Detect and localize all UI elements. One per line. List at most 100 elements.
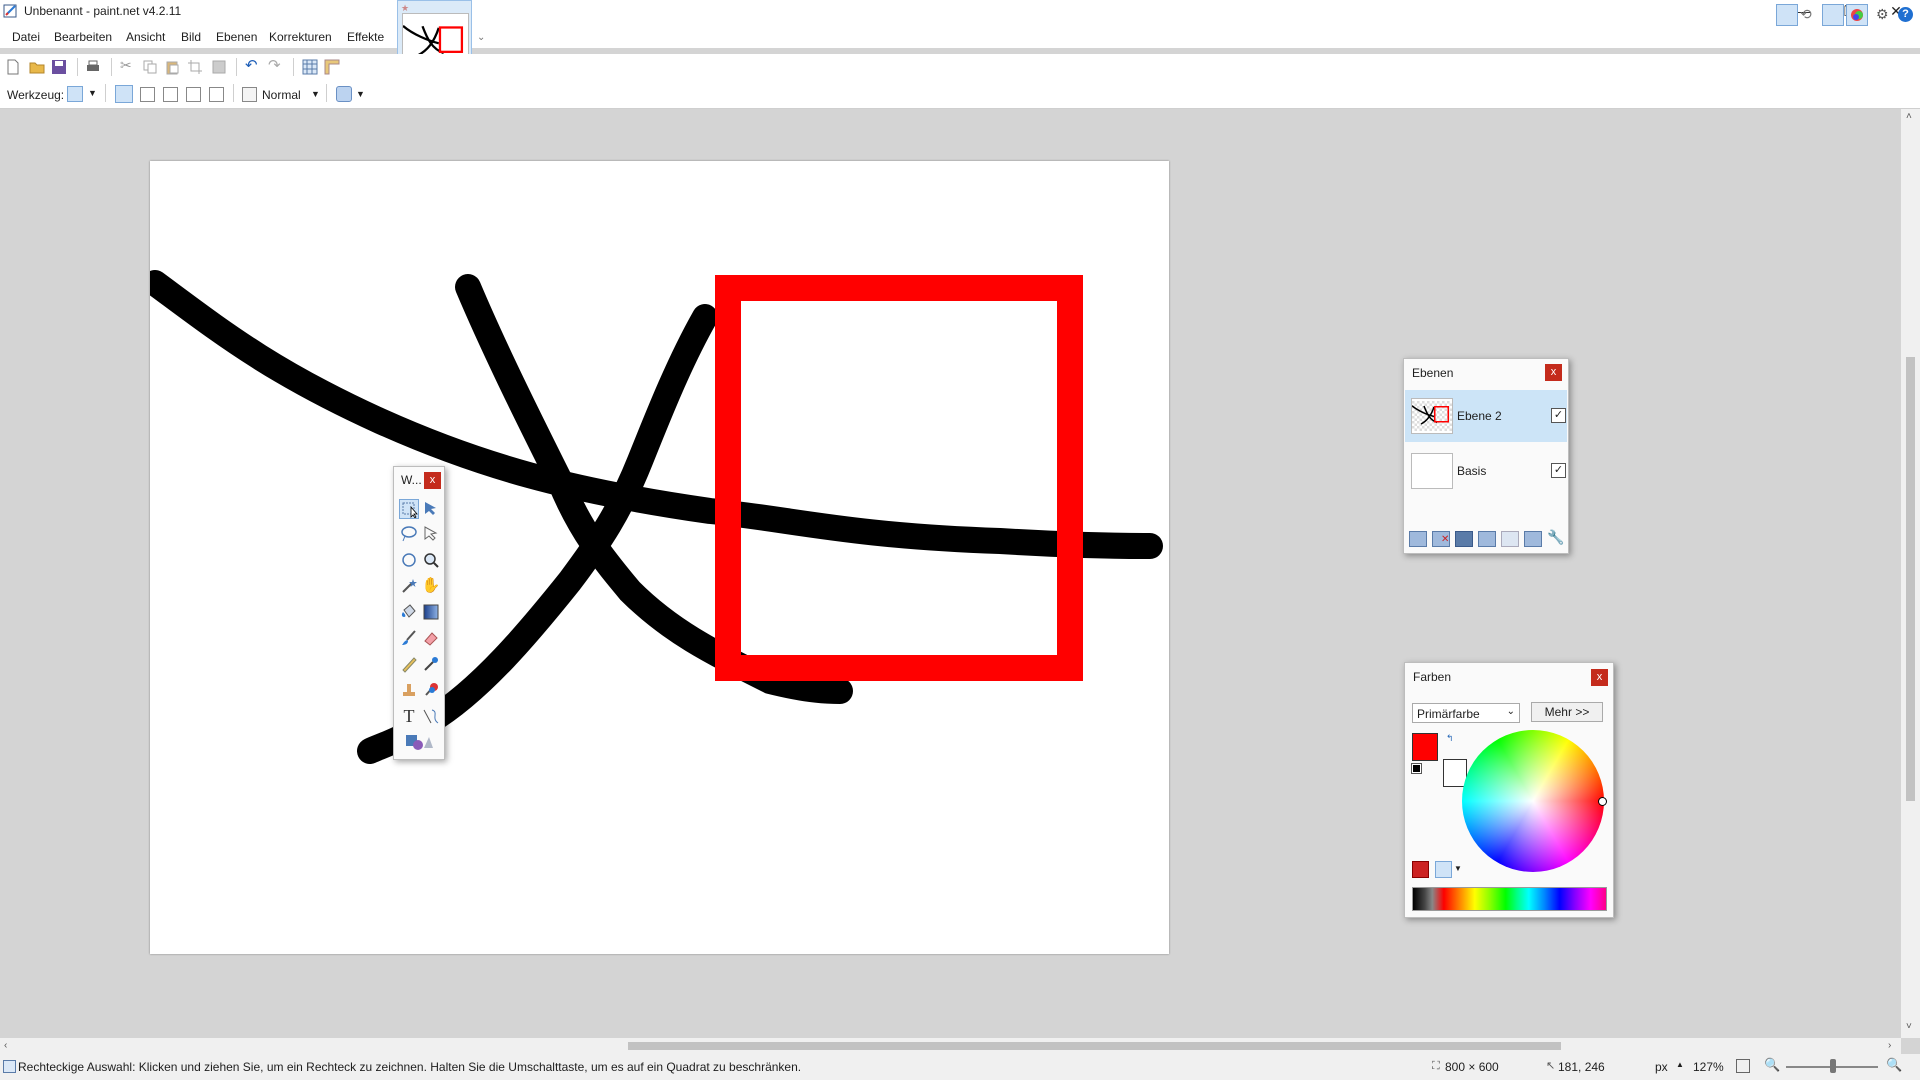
move-selection-icon[interactable]	[421, 499, 441, 519]
duplicate-layer-icon[interactable]	[1455, 531, 1473, 547]
tab-dropdown-icon[interactable]: ⌄	[477, 32, 485, 43]
tools-toggle-icon[interactable]	[1776, 4, 1798, 26]
menu-bild[interactable]: Bild	[181, 30, 201, 44]
menu-ansicht[interactable]: Ansicht	[126, 30, 165, 44]
selection-mode-union-icon[interactable]	[140, 87, 155, 102]
layers-toggle-icon[interactable]	[1822, 4, 1844, 26]
selection-quality-icon[interactable]	[242, 87, 257, 102]
layer-visibility-checkbox[interactable]: ✓	[1551, 408, 1566, 423]
paintbrush-icon[interactable]	[399, 628, 419, 648]
magic-wand-icon[interactable]	[399, 576, 419, 596]
text-tool-icon[interactable]: T	[399, 706, 419, 726]
scroll-left-arrow-icon[interactable]: ‹	[4, 1040, 7, 1051]
delete-layer-icon[interactable]: ✕	[1432, 531, 1450, 547]
blend-mode-dropdown[interactable]: Normal	[262, 88, 301, 102]
zoom-icon[interactable]	[421, 550, 441, 570]
color-picker-icon[interactable]	[421, 654, 441, 674]
layer-visibility-checkbox[interactable]: ✓	[1551, 463, 1566, 478]
help-icon[interactable]: ?	[1898, 7, 1913, 22]
antialias-icon[interactable]	[336, 86, 352, 102]
tools-window-close-button[interactable]: x	[424, 472, 441, 489]
units-chevron-icon[interactable]: ▲	[1676, 1060, 1684, 1069]
reset-colors-icon[interactable]	[1411, 763, 1422, 774]
zoom-in-icon[interactable]: 🔍	[1886, 1057, 1902, 1073]
history-icon[interactable]: ⟲	[1800, 6, 1812, 23]
copy-icon[interactable]	[142, 59, 158, 75]
add-layer-icon[interactable]	[1409, 531, 1427, 547]
current-tool-rectangle-select-icon[interactable]	[67, 86, 83, 102]
zoom-level[interactable]: 127%	[1693, 1060, 1724, 1074]
move-layer-up-icon[interactable]	[1501, 531, 1519, 547]
grid-icon[interactable]	[302, 59, 318, 75]
horizontal-scrollbar[interactable]: ‹ ›	[0, 1038, 1901, 1054]
rectangle-select-icon[interactable]	[399, 499, 419, 519]
tool-dropdown-chevron-icon[interactable]: ▼	[88, 88, 97, 98]
merge-layer-down-icon[interactable]	[1478, 531, 1496, 547]
swap-colors-icon[interactable]: ↰	[1446, 733, 1454, 744]
menu-datei[interactable]: Datei	[12, 30, 40, 44]
selection-mode-invert-icon[interactable]	[209, 87, 224, 102]
open-folder-icon[interactable]	[29, 59, 45, 75]
canvas-drawing	[150, 270, 1163, 764]
color-selector-dropdown[interactable]: Primärfarbe ⌄	[1412, 703, 1520, 723]
units-selector[interactable]: px	[1655, 1060, 1668, 1074]
eraser-icon[interactable]	[421, 628, 441, 648]
menu-effekte[interactable]: Effekte	[347, 30, 384, 44]
add-to-palette-icon[interactable]	[1412, 861, 1429, 878]
ellipse-select-icon[interactable]	[399, 550, 419, 570]
horizontal-scroll-thumb[interactable]	[628, 1042, 1561, 1050]
menu-bearbeiten[interactable]: Bearbeiten	[54, 30, 112, 44]
vertical-scrollbar[interactable]: ˄ ˅	[1901, 109, 1920, 1038]
settings-gear-icon[interactable]: ⚙	[1876, 6, 1889, 23]
move-layer-down-icon[interactable]	[1524, 531, 1542, 547]
menu-ebenen[interactable]: Ebenen	[216, 30, 257, 44]
scroll-up-arrow-icon[interactable]: ˄	[1906, 111, 1912, 122]
layer-properties-wrench-icon[interactable]: 🔧	[1547, 529, 1564, 546]
scroll-down-arrow-icon[interactable]: ˅	[1906, 1021, 1912, 1032]
palette-menu-icon[interactable]	[1435, 861, 1452, 878]
shapes-icon[interactable]	[404, 732, 434, 752]
print-icon[interactable]	[85, 59, 101, 75]
save-icon[interactable]	[51, 59, 67, 75]
palette-chevron-icon[interactable]: ▼	[1454, 864, 1462, 873]
clone-stamp-icon[interactable]	[399, 680, 419, 700]
color-wheel[interactable]	[1462, 730, 1604, 872]
layer-row-ebene-2[interactable]: Ebene 2 ✓	[1405, 390, 1567, 442]
colors-toggle-icon[interactable]	[1846, 4, 1868, 26]
selection-mode-replace-icon[interactable]	[115, 85, 133, 103]
color-wheel-picker-handle[interactable]	[1598, 797, 1607, 806]
paste-icon[interactable]	[164, 59, 180, 75]
zoom-to-window-icon[interactable]	[1736, 1059, 1750, 1073]
move-selected-icon[interactable]	[421, 524, 441, 544]
pan-hand-icon[interactable]: ✋	[421, 576, 441, 596]
selection-mode-intersect-icon[interactable]	[186, 87, 201, 102]
lasso-select-icon[interactable]	[399, 524, 419, 544]
blend-mode-chevron-icon[interactable]: ▼	[311, 89, 320, 99]
undo-icon[interactable]: ↶	[245, 56, 261, 74]
vertical-scroll-thumb[interactable]	[1906, 357, 1915, 801]
primary-color-swatch[interactable]	[1412, 733, 1438, 761]
crop-to-selection-icon[interactable]	[187, 59, 203, 75]
pencil-icon[interactable]	[399, 654, 419, 674]
image-canvas[interactable]	[150, 161, 1169, 954]
layers-panel-close-button[interactable]: x	[1545, 364, 1562, 381]
color-palette-strip[interactable]	[1412, 887, 1607, 911]
line-curve-icon[interactable]	[421, 706, 441, 726]
gradient-icon[interactable]	[421, 602, 441, 622]
cut-icon[interactable]: ✂	[120, 57, 136, 73]
more-colors-button[interactable]: Mehr >>	[1531, 702, 1603, 722]
paint-bucket-icon[interactable]	[399, 602, 419, 622]
recolor-icon[interactable]	[421, 680, 441, 700]
colors-panel-close-button[interactable]: x	[1591, 669, 1608, 686]
antialias-chevron-icon[interactable]: ▼	[356, 89, 365, 99]
zoom-slider-thumb[interactable]	[1830, 1059, 1836, 1073]
layer-row-basis[interactable]: Basis ✓	[1405, 445, 1567, 497]
redo-icon[interactable]: ↷	[268, 56, 284, 74]
deselect-icon[interactable]	[211, 59, 227, 75]
new-file-icon[interactable]	[5, 59, 21, 75]
scroll-right-arrow-icon[interactable]: ›	[1888, 1040, 1891, 1051]
rulers-icon[interactable]	[324, 59, 340, 75]
selection-mode-exclude-icon[interactable]	[163, 87, 178, 102]
zoom-out-icon[interactable]: 🔍	[1764, 1057, 1780, 1073]
menu-korrekturen[interactable]: Korrekturen	[269, 30, 332, 44]
